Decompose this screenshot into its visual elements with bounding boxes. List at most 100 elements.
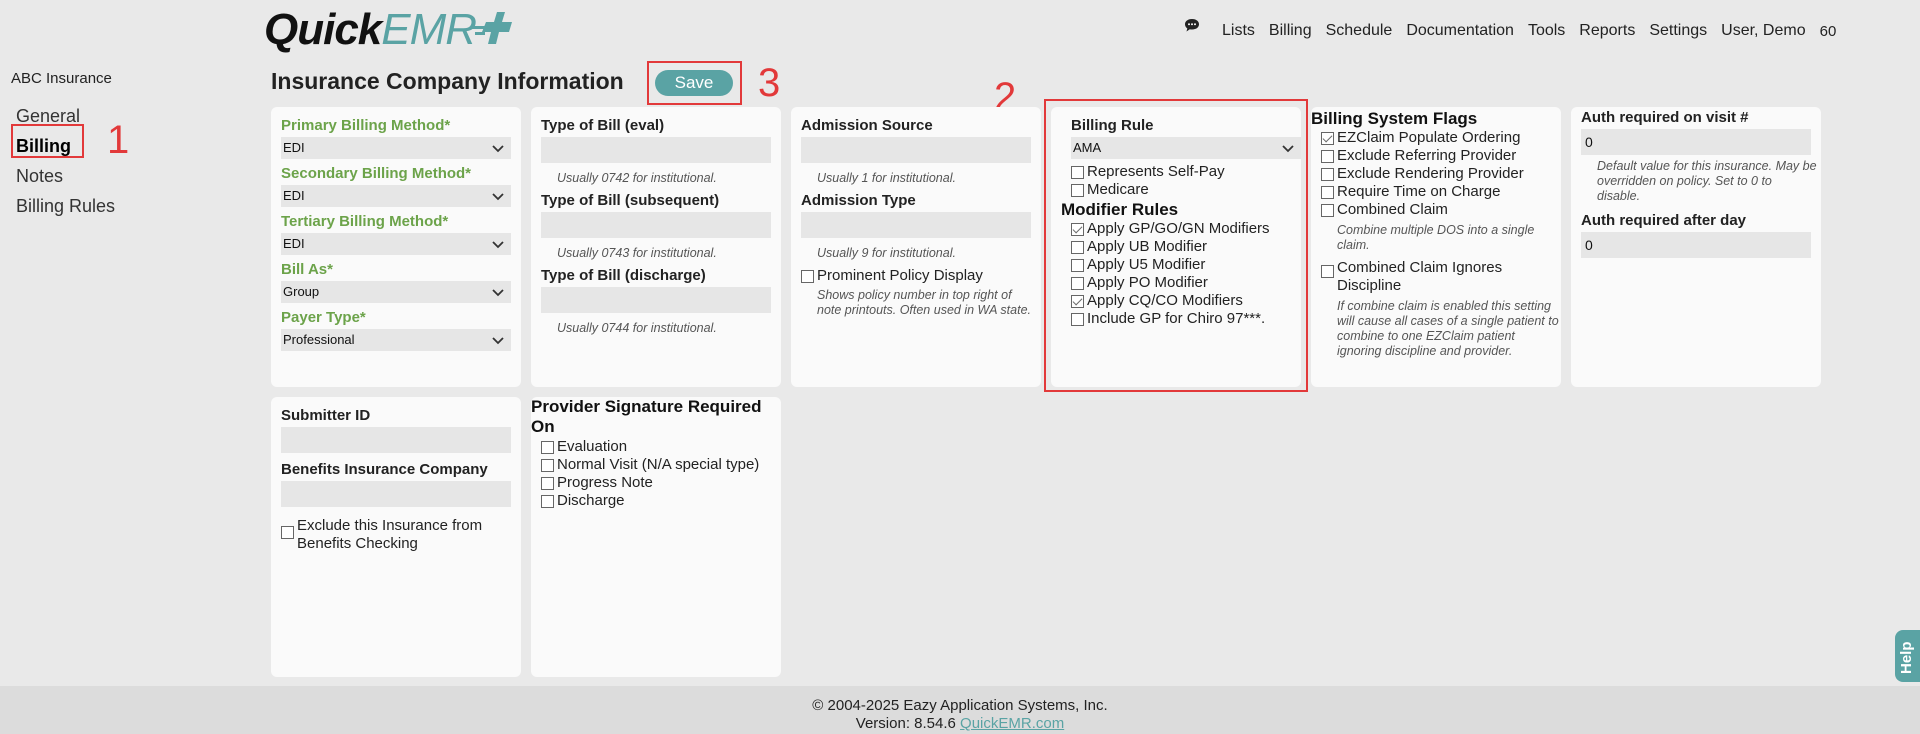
type-of-bill-subsequent-label: Type of Bill (subsequent): [541, 192, 720, 209]
chevron-down-icon: [492, 337, 504, 345]
ezclaim-populate-ordering-label: EZClaim Populate Ordering: [1337, 129, 1521, 146]
benefits-insurance-company-label: Benefits Insurance Company: [281, 461, 488, 478]
type-of-bill-eval-input[interactable]: [541, 137, 771, 163]
exclude-referring-provider-label: Exclude Referring Provider: [1337, 147, 1517, 164]
chevron-down-icon: [492, 145, 504, 153]
nav-settings[interactable]: Settings: [1649, 22, 1707, 40]
signature-progress-note-checkbox[interactable]: [541, 477, 554, 490]
apply-gp-go-gn-label: Apply GP/GO/GN Modifiers: [1087, 220, 1270, 237]
help-label: Help: [1898, 641, 1915, 674]
nav-user[interactable]: User, Demo: [1721, 22, 1805, 40]
quickemr-logo[interactable]: Quick EMR: [264, 5, 477, 54]
type-of-bill-discharge-label: Type of Bill (discharge): [541, 267, 706, 284]
chat-icon[interactable]: [1184, 18, 1200, 33]
signature-evaluation-checkbox[interactable]: [541, 441, 554, 454]
annotation-number-3: 3: [758, 61, 781, 105]
flag-row: Require Time on Charge: [1321, 183, 1551, 201]
medicare-checkbox[interactable]: [1071, 184, 1084, 197]
exclude-benefits-checkbox[interactable]: [281, 526, 294, 539]
prominent-policy-display-hint: Shows policy number in top right of note…: [817, 288, 1032, 317]
logo-plus-icon: [472, 12, 512, 44]
admission-source-input[interactable]: [801, 137, 1031, 163]
benefits-insurance-company-input[interactable]: [281, 481, 511, 507]
annotation-box-billing: [11, 124, 84, 158]
flag-row: EZClaim Populate Ordering: [1321, 129, 1551, 147]
include-gp-chiro-checkbox[interactable]: [1071, 313, 1084, 326]
primary-billing-method-value: EDI: [283, 140, 305, 155]
admission-source-hint: Usually 1 for institutional.: [817, 171, 956, 185]
nav-documentation[interactable]: Documentation: [1406, 22, 1514, 40]
self-pay-row: Represents Self-Pay: [1071, 163, 1291, 181]
combined-claim-ignores-checkbox[interactable]: [1321, 265, 1334, 278]
billing-system-flags-title: Billing System Flags: [1311, 109, 1478, 128]
flag-row: Combined Claim: [1321, 201, 1551, 219]
auth-visit-input[interactable]: [1581, 129, 1811, 155]
submitter-id-input[interactable]: [281, 427, 511, 453]
bill-as-select[interactable]: Group: [281, 281, 511, 303]
modifier-row: Apply U5 Modifier: [1071, 256, 1291, 274]
exclude-referring-provider-checkbox[interactable]: [1321, 150, 1334, 163]
exclude-benefits-label: Exclude this Insurance from Benefits Che…: [297, 517, 483, 552]
provider-signature-title: Provider Signature Required On: [531, 397, 762, 436]
sidebar-item-notes[interactable]: Notes: [16, 161, 251, 191]
apply-cq-co-label: Apply CQ/CO Modifiers: [1087, 292, 1243, 309]
nav-reports[interactable]: Reports: [1579, 22, 1635, 40]
primary-billing-method-select[interactable]: EDI: [281, 137, 511, 159]
tertiary-billing-method-select[interactable]: EDI: [281, 233, 511, 255]
signature-row: Progress Note: [541, 474, 771, 492]
signature-discharge-checkbox[interactable]: [541, 495, 554, 508]
signature-progress-note-label: Progress Note: [557, 474, 653, 491]
type-of-bill-discharge-input[interactable]: [541, 287, 771, 313]
exclude-benefits-row: Exclude this Insurance from Benefits Che…: [281, 517, 511, 553]
sidebar-item-billing-rules[interactable]: Billing Rules: [16, 191, 251, 221]
nav-schedule[interactable]: Schedule: [1326, 22, 1393, 40]
secondary-billing-method-select[interactable]: EDI: [281, 185, 511, 207]
apply-cq-co-checkbox[interactable]: [1071, 295, 1084, 308]
chevron-down-icon: [492, 289, 504, 297]
signature-row: Normal Visit (N/A special type): [541, 456, 771, 474]
nav-billing[interactable]: Billing: [1269, 22, 1312, 40]
auth-day-input[interactable]: [1581, 232, 1811, 258]
tertiary-billing-method-value: EDI: [283, 236, 305, 251]
admission-type-input[interactable]: [801, 212, 1031, 238]
medicare-row: Medicare: [1071, 181, 1291, 199]
combined-claim-checkbox[interactable]: [1321, 204, 1334, 217]
auth-day-label: Auth required after day: [1581, 212, 1747, 229]
footer-version: Version: 8.54.6: [855, 715, 956, 732]
ezclaim-populate-ordering-checkbox[interactable]: [1321, 132, 1334, 145]
exclude-rendering-provider-label: Exclude Rendering Provider: [1337, 165, 1524, 182]
type-of-bill-subsequent-input[interactable]: [541, 212, 771, 238]
modifier-row: Apply CQ/CO Modifiers: [1071, 292, 1291, 310]
billing-rule-select[interactable]: AMA: [1071, 137, 1301, 159]
prominent-policy-display-checkbox[interactable]: [801, 270, 814, 283]
admission-type-hint: Usually 9 for institutional.: [817, 246, 956, 260]
footer-copyright: © 2004-2025 Eazy Application Systems, In…: [812, 697, 1108, 714]
require-time-on-charge-checkbox[interactable]: [1321, 186, 1334, 199]
chevron-down-icon: [492, 193, 504, 201]
secondary-billing-method-value: EDI: [283, 188, 305, 203]
nav-lists[interactable]: Lists: [1222, 22, 1255, 40]
combined-claim-label: Combined Claim: [1337, 201, 1448, 218]
submitter-card: Submitter ID Benefits Insurance Company …: [271, 397, 521, 677]
sidebar-company-name: ABC Insurance: [11, 70, 112, 87]
flag-row: Exclude Rendering Provider: [1321, 165, 1551, 183]
type-of-bill-discharge-hint: Usually 0744 for institutional.: [557, 321, 717, 335]
tertiary-billing-method-label: Tertiary Billing Method*: [281, 213, 449, 230]
apply-gp-go-gn-checkbox[interactable]: [1071, 223, 1084, 236]
save-button[interactable]: Save: [655, 70, 733, 96]
chevron-down-icon: [492, 241, 504, 249]
secondary-billing-method-label: Secondary Billing Method*: [281, 165, 472, 182]
signature-normal-visit-checkbox[interactable]: [541, 459, 554, 472]
nav-tools[interactable]: Tools: [1528, 22, 1565, 40]
exclude-rendering-provider-checkbox[interactable]: [1321, 168, 1334, 181]
billing-methods-card: Primary Billing Method* EDI Secondary Bi…: [271, 107, 521, 387]
apply-po-label: Apply PO Modifier: [1087, 274, 1208, 291]
self-pay-checkbox[interactable]: [1071, 166, 1084, 179]
apply-ub-checkbox[interactable]: [1071, 241, 1084, 254]
apply-po-checkbox[interactable]: [1071, 277, 1084, 290]
apply-u5-checkbox[interactable]: [1071, 259, 1084, 272]
payer-type-value: Professional: [283, 332, 355, 347]
payer-type-select[interactable]: Professional: [281, 329, 511, 351]
help-tab[interactable]: Help: [1895, 630, 1920, 682]
footer-link[interactable]: QuickEMR.com: [960, 715, 1064, 732]
